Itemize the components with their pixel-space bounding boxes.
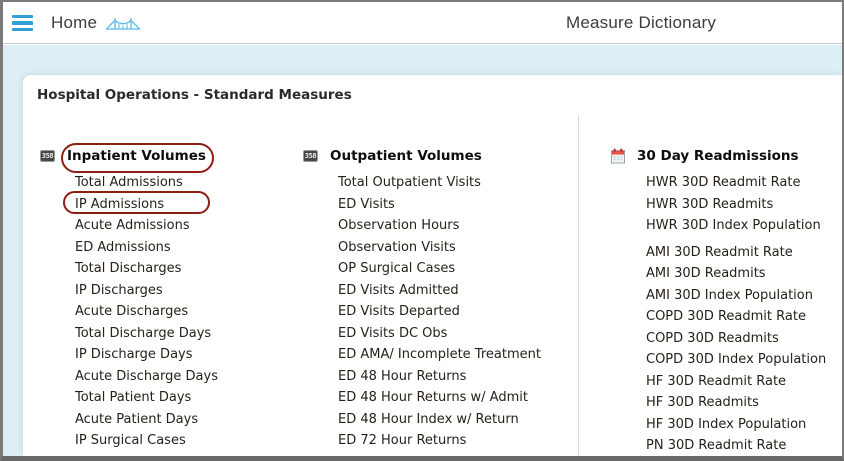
measure-link[interactable]: HWR 30D Readmits bbox=[646, 194, 826, 216]
measure-link[interactable]: ED AMA/ Incomplete Treatment bbox=[338, 344, 541, 366]
measure-dictionary-window: Home Measure Dictionary Hospital Operati… bbox=[0, 0, 844, 461]
measure-link[interactable]: Total Patient Days bbox=[75, 387, 218, 409]
measure-link[interactable]: ED Visits bbox=[338, 194, 541, 216]
measure-link[interactable]: HWR 30D Readmit Rate bbox=[646, 172, 826, 194]
measures-card: Hospital Operations - Standard Measures … bbox=[23, 75, 842, 456]
measure-link[interactable]: HF 30D Index Population bbox=[646, 414, 826, 436]
measure-link[interactable]: ED 72 Hour Returns bbox=[338, 430, 541, 452]
page-title: Measure Dictionary bbox=[566, 13, 717, 32]
numeric-tile-icon: 358 bbox=[40, 150, 55, 162]
measure-link[interactable]: IP Discharge Days bbox=[75, 344, 218, 366]
column-30-day-readmissions: 30 Day Readmissions HWR 30D Readmit Rate… bbox=[611, 146, 826, 456]
measure-link[interactable]: Total Outpatient Visits bbox=[338, 172, 541, 194]
measure-link[interactable]: COPD 30D Readmits bbox=[646, 328, 826, 350]
measure-link[interactable]: Observation Visits bbox=[338, 237, 541, 259]
measure-link[interactable]: HF 30D Readmit Rate bbox=[646, 371, 826, 393]
measure-link[interactable]: COPD 30D Readmit Rate bbox=[646, 306, 826, 328]
measure-link[interactable]: HWR 30D Index Population bbox=[646, 215, 826, 237]
hamburger-menu-icon[interactable] bbox=[12, 15, 33, 31]
measure-link[interactable]: PN 30D Readmit Rate bbox=[646, 435, 826, 456]
measure-link[interactable]: ED Visits DC Obs bbox=[338, 323, 541, 345]
content-area: Hospital Operations - Standard Measures … bbox=[3, 45, 842, 456]
measure-link[interactable]: AMI 30D Readmit Rate bbox=[646, 242, 826, 264]
measure-link[interactable]: IP Discharges bbox=[75, 280, 218, 302]
measure-link[interactable]: ED Visits Admitted bbox=[338, 280, 541, 302]
column-outpatient-volumes: 358 Outpatient Volumes Total Outpatient … bbox=[303, 146, 541, 456]
measure-link[interactable]: ED 48 Hour Returns bbox=[338, 366, 541, 388]
column-inpatient-volumes: 358 Inpatient Volumes Total Admissions I… bbox=[40, 146, 218, 452]
measure-link[interactable]: Acute Discharges bbox=[75, 301, 218, 323]
measure-link[interactable]: ED Visits Departed bbox=[338, 301, 541, 323]
card-title: Hospital Operations - Standard Measures bbox=[37, 87, 352, 103]
column-title[interactable]: Inpatient Volumes bbox=[67, 148, 206, 164]
measure-link[interactable]: COPD 30D Index Population bbox=[646, 349, 826, 371]
measure-link[interactable]: ED 72 Hour Returns w/ Admit bbox=[338, 452, 541, 457]
measure-link[interactable]: Acute Admissions bbox=[75, 215, 218, 237]
column-divider bbox=[578, 115, 579, 456]
measure-link[interactable]: ED 48 Hour Returns w/ Admit bbox=[338, 387, 541, 409]
measure-link[interactable]: IP Surgical Cases bbox=[75, 430, 218, 452]
measure-link[interactable]: Acute Patient Days bbox=[75, 409, 218, 431]
measure-link[interactable]: AMI 30D Index Population bbox=[646, 285, 826, 307]
measure-link[interactable]: AMI 30D Readmits bbox=[646, 263, 826, 285]
top-bar: Home Measure Dictionary bbox=[3, 2, 842, 44]
measure-link[interactable]: ED Admissions bbox=[75, 237, 218, 259]
measure-link[interactable]: ED 48 Hour Index w/ Return bbox=[338, 409, 541, 431]
measure-link[interactable]: Total Discharge Days bbox=[75, 323, 218, 345]
column-title[interactable]: 30 Day Readmissions bbox=[637, 148, 799, 164]
measure-link[interactable]: HF 30D Readmits bbox=[646, 392, 826, 414]
measure-link[interactable]: Acute Discharge Days bbox=[75, 366, 218, 388]
numeric-tile-icon: 358 bbox=[303, 150, 318, 162]
measure-link[interactable]: Total Admissions bbox=[75, 172, 218, 194]
bridge-icon bbox=[105, 15, 141, 37]
measure-link[interactable]: OP Surgical Cases bbox=[338, 258, 541, 280]
measure-link[interactable]: IP Admissions bbox=[75, 194, 218, 216]
measure-link[interactable]: Total Discharges bbox=[75, 258, 218, 280]
calendar-icon bbox=[611, 148, 625, 164]
home-nav-label[interactable]: Home bbox=[51, 2, 97, 44]
column-title[interactable]: Outpatient Volumes bbox=[330, 148, 482, 164]
measure-link[interactable]: Observation Hours bbox=[338, 215, 541, 237]
